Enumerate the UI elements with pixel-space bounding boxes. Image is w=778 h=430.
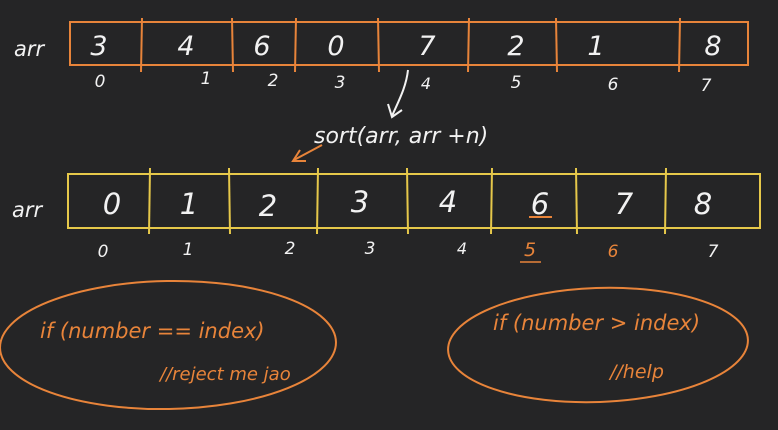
top-index-6: 6: [608, 75, 619, 95]
bottom-index-0: 0: [98, 242, 109, 262]
top-index-5: 5: [511, 73, 522, 93]
top-index-4: 4: [421, 74, 431, 93]
bottom-index-6: 6: [608, 242, 619, 262]
bottom-divider-4: [406, 167, 409, 235]
top-divider-4: [377, 17, 380, 73]
bottom-cell-1: 1: [180, 187, 198, 221]
top-cell-1: 4: [177, 31, 194, 62]
bottom-divider-6: [575, 167, 578, 235]
top-index-7: 7: [701, 76, 712, 96]
top-array-box: [69, 21, 749, 66]
bottom-cell-7: 8: [694, 187, 712, 221]
bottom-divider-2: [228, 167, 231, 235]
bottom-array-box: [67, 173, 761, 229]
top-index-3: 3: [335, 73, 346, 93]
bottom-divider-7: [664, 167, 667, 235]
bottom-divider-3: [316, 167, 319, 235]
sort-call-text: sort(arr, arr +n): [314, 124, 488, 149]
top-divider-3: [294, 17, 297, 73]
bottom-index-4: 4: [457, 239, 467, 258]
top-index-0: 0: [95, 72, 106, 92]
bottom-index-3: 3: [365, 239, 376, 259]
right-note-line2: //help: [608, 361, 664, 383]
bottom-cell-4: 4: [439, 185, 457, 219]
left-note-ellipse: [0, 279, 337, 411]
top-cell-2: 6: [253, 31, 270, 62]
bottom-index-2: 2: [285, 239, 296, 259]
bottom-array-label: arr: [12, 198, 44, 222]
left-note-line1: if (number == index): [40, 319, 265, 343]
top-divider-5: [467, 17, 470, 73]
top-divider-7: [678, 17, 681, 73]
bottom-cell-2: 2: [259, 189, 277, 223]
right-note-ellipse: [447, 286, 749, 404]
top-cell-0: 3: [90, 31, 107, 62]
top-array-label: arr: [14, 37, 46, 61]
top-cell-4: 7: [418, 31, 435, 62]
bottom-divider-1: [148, 167, 151, 235]
bottom-cell-6: 7: [615, 187, 634, 221]
top-index-1: 1: [201, 69, 212, 89]
right-note-line1: if (number > index): [493, 311, 700, 335]
whiteboard-canvas: arr 3 4 6 0 7 2 1 8 0 1 2 3 4 5 6 7 sort…: [0, 17, 761, 411]
top-divider-6: [555, 17, 558, 73]
top-cell-5: 2: [507, 31, 524, 62]
down-arrow-shaft: [391, 69, 409, 117]
top-cell-6: 1: [587, 31, 604, 62]
top-index-2: 2: [268, 71, 279, 91]
bottom-cell-3: 3: [351, 185, 369, 219]
bottom-array-indices: 0 1 2 3 4 5 6 7: [98, 239, 719, 262]
top-cell-7: 8: [704, 31, 721, 62]
bottom-index-5: 5: [524, 239, 536, 261]
bottom-cell-5: 6: [531, 187, 549, 221]
bottom-index-1: 1: [183, 240, 194, 260]
left-note-line2: //reject me jao: [158, 364, 291, 385]
top-array-cells: 3 4 6 0 7 2 1 8: [90, 31, 721, 62]
bottom-array-dividers: [148, 167, 667, 235]
bottom-divider-5: [490, 167, 493, 235]
bottom-index-7: 7: [708, 242, 719, 262]
top-divider-1: [140, 17, 143, 73]
top-cell-3: 0: [327, 31, 344, 62]
bottom-cell-0: 0: [103, 187, 121, 221]
top-divider-2: [231, 17, 234, 73]
